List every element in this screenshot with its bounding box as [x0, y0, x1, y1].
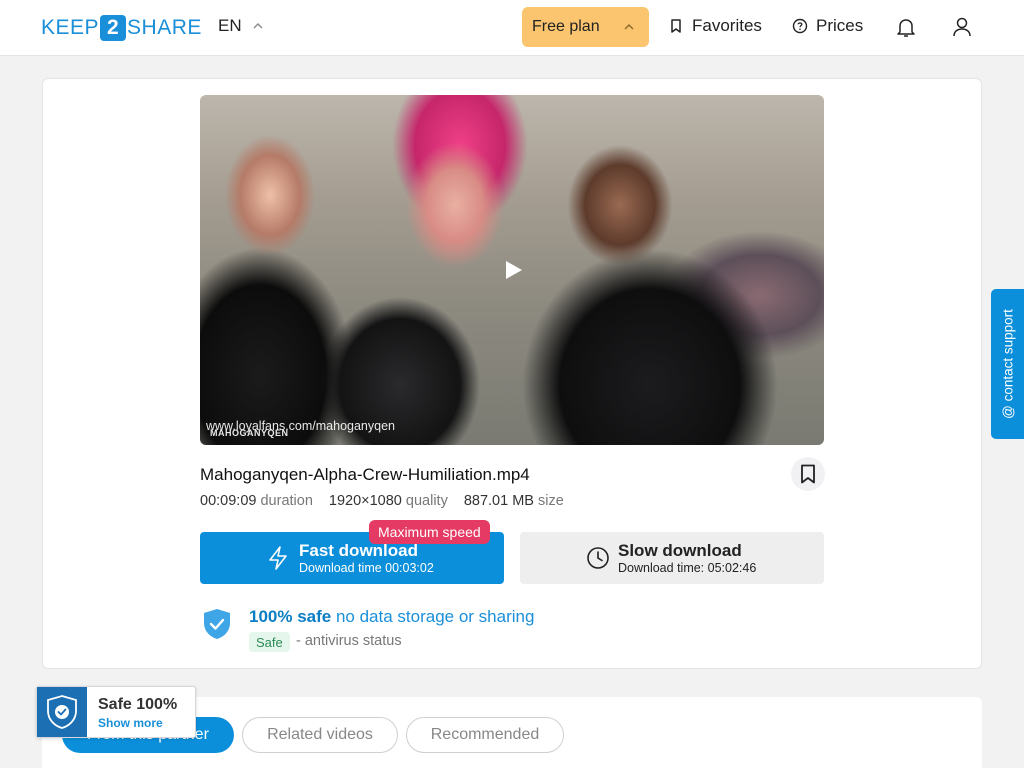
favorites-label: Favorites: [692, 16, 762, 35]
bell-icon[interactable]: [894, 15, 918, 39]
clock-icon: [587, 547, 609, 569]
bookmark-icon: [801, 464, 815, 484]
user-icon[interactable]: [950, 15, 974, 39]
prices-link[interactable]: Prices: [792, 16, 863, 36]
language-selector[interactable]: EN: [218, 16, 264, 36]
quality-value: 1920×1080: [328, 493, 402, 509]
size-meta: 887.01 MB size: [464, 493, 564, 509]
size-value: 887.01 MB: [463, 493, 534, 509]
video-watermark-brand: MAHOGANYQEN: [210, 428, 289, 438]
contact-support-label: @ contact support: [1000, 309, 1015, 419]
logo-left: KEEP: [41, 16, 100, 39]
prices-label: Prices: [816, 16, 864, 35]
favorites-link[interactable]: Favorites: [668, 16, 762, 36]
tab-related-videos[interactable]: Related videos: [242, 717, 398, 753]
antivirus-status: - antivirus status: [296, 633, 402, 649]
slow-download-title: Slow download: [618, 541, 742, 560]
shield-check-icon: [204, 609, 230, 639]
safety-rest: no data storage or sharing: [331, 607, 535, 626]
contact-support-tab[interactable]: @ contact support: [991, 289, 1024, 439]
file-meta: 00:09:09 duration 1920×1080 quality 887.…: [200, 493, 564, 509]
keep2share-logo[interactable]: KEEP 2 SHARE: [41, 15, 202, 41]
fast-download-time: Download time 00:03:02: [299, 561, 434, 575]
top-header: KEEP 2 SHARE EN Free plan Favorites Pric…: [0, 0, 1024, 56]
chevron-up-icon: [624, 24, 634, 30]
chevron-up-icon: [253, 23, 263, 29]
lightning-icon: [269, 546, 287, 570]
plan-button[interactable]: Free plan: [522, 7, 649, 47]
safety-bold: 100% safe: [249, 607, 332, 626]
bookmark-icon: [671, 19, 681, 33]
help-circle-icon: [792, 18, 808, 34]
size-label: size: [538, 493, 564, 509]
language-label: EN: [218, 16, 242, 35]
logo-right: SHARE: [127, 16, 202, 39]
max-speed-badge: Maximum speed: [369, 520, 490, 544]
logo-number: 2: [100, 15, 127, 41]
file-name: Mahoganyqen-Alpha-Crew-Humiliation.mp4: [200, 465, 530, 484]
tab-recommended[interactable]: Recommended: [406, 717, 564, 753]
duration-label: duration: [260, 493, 313, 509]
add-favorite-button[interactable]: [791, 457, 825, 491]
quality-meta: 1920×1080 quality: [329, 493, 448, 509]
fast-download-title: Fast download: [299, 541, 418, 560]
safe-widget[interactable]: Safe 100% Show more: [36, 686, 196, 738]
safety-statement: 100% safe no data storage or sharing: [249, 607, 534, 627]
safe-widget-shield: [37, 687, 87, 737]
duration-meta: 00:09:09 duration: [200, 493, 313, 509]
play-icon[interactable]: [505, 260, 523, 280]
quality-label: quality: [405, 493, 448, 509]
duration-value: 00:09:09: [200, 493, 257, 509]
safe-widget-link[interactable]: Show more: [98, 716, 163, 730]
safe-widget-title: Safe 100%: [98, 696, 178, 713]
slow-download-time: Download time: 05:02:46: [618, 561, 757, 575]
plan-label: Free plan: [532, 18, 600, 35]
shield-check-icon: [47, 695, 77, 729]
slow-download-button[interactable]: Slow download Download time: 05:02:46: [520, 532, 824, 584]
safe-badge: Safe: [249, 632, 290, 652]
